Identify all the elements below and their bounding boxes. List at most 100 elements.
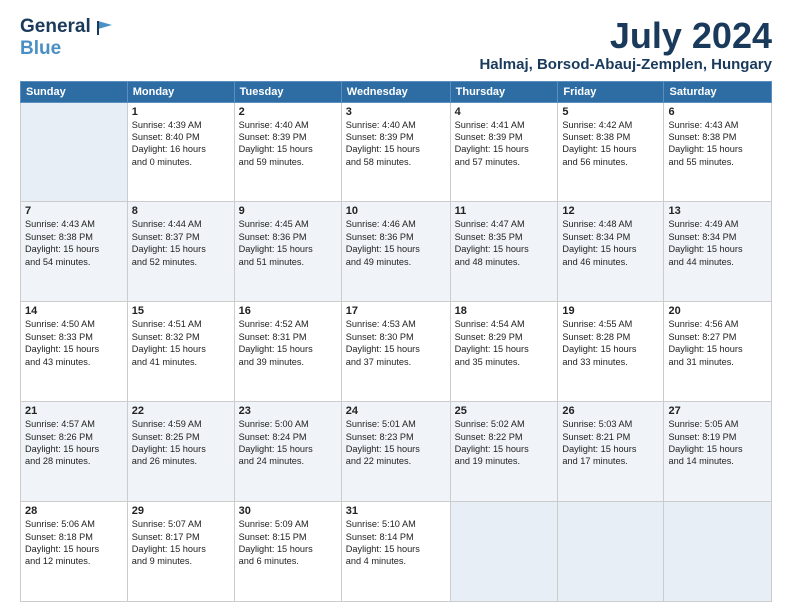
- day-number: 4: [455, 106, 554, 118]
- day-number: 29: [132, 505, 230, 517]
- calendar-cell: 21Sunrise: 4:57 AM Sunset: 8:26 PM Dayli…: [21, 402, 128, 502]
- day-number: 8: [132, 205, 230, 217]
- calendar-cell: 9Sunrise: 4:45 AM Sunset: 8:36 PM Daylig…: [234, 202, 341, 302]
- day-info: Sunrise: 5:10 AM Sunset: 8:14 PM Dayligh…: [346, 518, 446, 568]
- day-number: 15: [132, 305, 230, 317]
- day-number: 9: [239, 205, 337, 217]
- calendar-cell: 28Sunrise: 5:06 AM Sunset: 8:18 PM Dayli…: [21, 502, 128, 602]
- calendar-cell: 14Sunrise: 4:50 AM Sunset: 8:33 PM Dayli…: [21, 302, 128, 402]
- calendar-cell: 10Sunrise: 4:46 AM Sunset: 8:36 PM Dayli…: [341, 202, 450, 302]
- weekday-header-monday: Monday: [127, 81, 234, 102]
- calendar-header-row: SundayMondayTuesdayWednesdayThursdayFrid…: [21, 81, 772, 102]
- day-number: 26: [562, 405, 659, 417]
- day-number: 28: [25, 505, 123, 517]
- day-info: Sunrise: 4:47 AM Sunset: 8:35 PM Dayligh…: [455, 218, 554, 268]
- calendar-cell: 24Sunrise: 5:01 AM Sunset: 8:23 PM Dayli…: [341, 402, 450, 502]
- day-number: 14: [25, 305, 123, 317]
- header: General Blue July 2024 Halmaj, Borsod-Ab…: [20, 16, 772, 73]
- logo-blue: Blue: [20, 38, 61, 59]
- calendar-cell: 16Sunrise: 4:52 AM Sunset: 8:31 PM Dayli…: [234, 302, 341, 402]
- day-info: Sunrise: 5:09 AM Sunset: 8:15 PM Dayligh…: [239, 518, 337, 568]
- day-number: 13: [668, 205, 767, 217]
- title-block: July 2024 Halmaj, Borsod-Abauj-Zemplen, …: [479, 16, 772, 73]
- day-info: Sunrise: 4:57 AM Sunset: 8:26 PM Dayligh…: [25, 418, 123, 468]
- day-info: Sunrise: 5:07 AM Sunset: 8:17 PM Dayligh…: [132, 518, 230, 568]
- calendar-cell: 25Sunrise: 5:02 AM Sunset: 8:22 PM Dayli…: [450, 402, 558, 502]
- calendar-cell: 26Sunrise: 5:03 AM Sunset: 8:21 PM Dayli…: [558, 402, 664, 502]
- day-info: Sunrise: 4:43 AM Sunset: 8:38 PM Dayligh…: [25, 218, 123, 268]
- day-info: Sunrise: 4:53 AM Sunset: 8:30 PM Dayligh…: [346, 318, 446, 368]
- weekday-header-wednesday: Wednesday: [341, 81, 450, 102]
- day-info: Sunrise: 4:44 AM Sunset: 8:37 PM Dayligh…: [132, 218, 230, 268]
- calendar-cell: [21, 102, 128, 202]
- day-info: Sunrise: 4:46 AM Sunset: 8:36 PM Dayligh…: [346, 218, 446, 268]
- weekday-header-saturday: Saturday: [664, 81, 772, 102]
- calendar-cell: 23Sunrise: 5:00 AM Sunset: 8:24 PM Dayli…: [234, 402, 341, 502]
- day-info: Sunrise: 4:39 AM Sunset: 8:40 PM Dayligh…: [132, 119, 230, 169]
- calendar-cell: 4Sunrise: 4:41 AM Sunset: 8:39 PM Daylig…: [450, 102, 558, 202]
- calendar-week-row: 21Sunrise: 4:57 AM Sunset: 8:26 PM Dayli…: [21, 402, 772, 502]
- calendar-cell: [558, 502, 664, 602]
- day-number: 31: [346, 505, 446, 517]
- day-info: Sunrise: 4:42 AM Sunset: 8:38 PM Dayligh…: [562, 119, 659, 169]
- logo: General Blue: [20, 16, 114, 60]
- calendar-cell: 3Sunrise: 4:40 AM Sunset: 8:39 PM Daylig…: [341, 102, 450, 202]
- day-info: Sunrise: 4:52 AM Sunset: 8:31 PM Dayligh…: [239, 318, 337, 368]
- calendar-cell: 18Sunrise: 4:54 AM Sunset: 8:29 PM Dayli…: [450, 302, 558, 402]
- day-info: Sunrise: 4:59 AM Sunset: 8:25 PM Dayligh…: [132, 418, 230, 468]
- day-info: Sunrise: 5:06 AM Sunset: 8:18 PM Dayligh…: [25, 518, 123, 568]
- day-number: 17: [346, 305, 446, 317]
- weekday-header-friday: Friday: [558, 81, 664, 102]
- calendar-week-row: 7Sunrise: 4:43 AM Sunset: 8:38 PM Daylig…: [21, 202, 772, 302]
- calendar-cell: 11Sunrise: 4:47 AM Sunset: 8:35 PM Dayli…: [450, 202, 558, 302]
- day-info: Sunrise: 5:00 AM Sunset: 8:24 PM Dayligh…: [239, 418, 337, 468]
- calendar-cell: [664, 502, 772, 602]
- calendar-week-row: 14Sunrise: 4:50 AM Sunset: 8:33 PM Dayli…: [21, 302, 772, 402]
- day-number: 2: [239, 106, 337, 118]
- calendar-cell: 31Sunrise: 5:10 AM Sunset: 8:14 PM Dayli…: [341, 502, 450, 602]
- page: General Blue July 2024 Halmaj, Borsod-Ab…: [0, 0, 792, 612]
- calendar-cell: 1Sunrise: 4:39 AM Sunset: 8:40 PM Daylig…: [127, 102, 234, 202]
- month-title: July 2024: [479, 16, 772, 56]
- weekday-header-thursday: Thursday: [450, 81, 558, 102]
- calendar-cell: 19Sunrise: 4:55 AM Sunset: 8:28 PM Dayli…: [558, 302, 664, 402]
- day-info: Sunrise: 4:49 AM Sunset: 8:34 PM Dayligh…: [668, 218, 767, 268]
- day-info: Sunrise: 5:02 AM Sunset: 8:22 PM Dayligh…: [455, 418, 554, 468]
- day-number: 3: [346, 106, 446, 118]
- calendar-cell: 22Sunrise: 4:59 AM Sunset: 8:25 PM Dayli…: [127, 402, 234, 502]
- day-number: 20: [668, 305, 767, 317]
- calendar-cell: 29Sunrise: 5:07 AM Sunset: 8:17 PM Dayli…: [127, 502, 234, 602]
- day-info: Sunrise: 4:55 AM Sunset: 8:28 PM Dayligh…: [562, 318, 659, 368]
- day-number: 11: [455, 205, 554, 217]
- day-info: Sunrise: 4:43 AM Sunset: 8:38 PM Dayligh…: [668, 119, 767, 169]
- calendar-table: SundayMondayTuesdayWednesdayThursdayFrid…: [20, 81, 772, 602]
- calendar-cell: 8Sunrise: 4:44 AM Sunset: 8:37 PM Daylig…: [127, 202, 234, 302]
- location-subtitle: Halmaj, Borsod-Abauj-Zemplen, Hungary: [479, 56, 772, 73]
- day-number: 25: [455, 405, 554, 417]
- day-info: Sunrise: 4:45 AM Sunset: 8:36 PM Dayligh…: [239, 218, 337, 268]
- calendar-cell: 27Sunrise: 5:05 AM Sunset: 8:19 PM Dayli…: [664, 402, 772, 502]
- weekday-header-tuesday: Tuesday: [234, 81, 341, 102]
- day-info: Sunrise: 4:54 AM Sunset: 8:29 PM Dayligh…: [455, 318, 554, 368]
- day-info: Sunrise: 5:01 AM Sunset: 8:23 PM Dayligh…: [346, 418, 446, 468]
- day-number: 24: [346, 405, 446, 417]
- calendar-cell: 15Sunrise: 4:51 AM Sunset: 8:32 PM Dayli…: [127, 302, 234, 402]
- logo-general: General: [20, 16, 91, 37]
- day-info: Sunrise: 4:48 AM Sunset: 8:34 PM Dayligh…: [562, 218, 659, 268]
- day-number: 22: [132, 405, 230, 417]
- day-number: 1: [132, 106, 230, 118]
- calendar-cell: 30Sunrise: 5:09 AM Sunset: 8:15 PM Dayli…: [234, 502, 341, 602]
- calendar-cell: 7Sunrise: 4:43 AM Sunset: 8:38 PM Daylig…: [21, 202, 128, 302]
- day-info: Sunrise: 4:51 AM Sunset: 8:32 PM Dayligh…: [132, 318, 230, 368]
- day-number: 19: [562, 305, 659, 317]
- day-info: Sunrise: 4:40 AM Sunset: 8:39 PM Dayligh…: [346, 119, 446, 169]
- day-number: 12: [562, 205, 659, 217]
- calendar-cell: 12Sunrise: 4:48 AM Sunset: 8:34 PM Dayli…: [558, 202, 664, 302]
- day-info: Sunrise: 5:05 AM Sunset: 8:19 PM Dayligh…: [668, 418, 767, 468]
- day-number: 18: [455, 305, 554, 317]
- calendar-cell: 17Sunrise: 4:53 AM Sunset: 8:30 PM Dayli…: [341, 302, 450, 402]
- day-number: 16: [239, 305, 337, 317]
- day-info: Sunrise: 5:03 AM Sunset: 8:21 PM Dayligh…: [562, 418, 659, 468]
- day-number: 21: [25, 405, 123, 417]
- day-info: Sunrise: 4:56 AM Sunset: 8:27 PM Dayligh…: [668, 318, 767, 368]
